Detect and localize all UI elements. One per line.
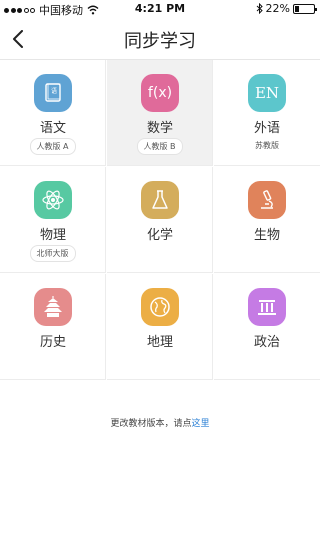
subject-label: 外语 xyxy=(253,121,280,136)
edition-badge: 人教版 A xyxy=(29,138,76,155)
subject-biology[interactable]: 生物 xyxy=(214,167,320,273)
subject-chinese[interactable]: 语 语文 人教版 A xyxy=(0,60,106,166)
subject-geography[interactable]: 地理 xyxy=(107,274,213,380)
pagoda-icon xyxy=(34,288,72,326)
en-glyph: EN xyxy=(254,84,280,102)
nav-bar: 同步学习 xyxy=(0,18,320,60)
svg-text:语: 语 xyxy=(51,87,57,95)
bluetooth-icon xyxy=(256,3,263,14)
fx-icon: f(x) xyxy=(141,74,179,112)
edition-badge: 苏教版 xyxy=(255,141,279,150)
edition-badge: 北师大版 xyxy=(29,245,76,262)
subject-english[interactable]: EN 外语 苏教版 xyxy=(214,60,320,166)
building-icon xyxy=(248,288,286,326)
subject-label: 生物 xyxy=(253,228,280,243)
battery-info: 22% xyxy=(256,2,317,15)
subject-label: 化学 xyxy=(146,228,173,243)
en-icon: EN xyxy=(248,74,286,112)
flask-icon xyxy=(141,181,179,219)
battery-percent: 22% xyxy=(265,2,290,15)
subject-label: 物理 xyxy=(39,228,66,243)
subject-politics[interactable]: 政治 xyxy=(214,274,320,380)
battery-icon xyxy=(293,3,317,14)
subject-physics[interactable]: 物理 北师大版 xyxy=(0,167,106,273)
battery-level xyxy=(295,5,299,12)
subject-label: 地理 xyxy=(146,335,173,350)
fx-glyph: f(x) xyxy=(147,85,173,101)
subject-label: 语文 xyxy=(39,121,66,136)
subject-label: 政治 xyxy=(253,335,280,350)
change-edition-link[interactable]: 这里 xyxy=(192,419,210,429)
edition-badge: 人教版 B xyxy=(136,138,183,155)
footer-text: 更改教材版本，请点 xyxy=(110,419,192,429)
atom-icon xyxy=(34,181,72,219)
status-bar: 中国移动 4:21 PM 22% xyxy=(0,0,320,18)
subject-history[interactable]: 历史 xyxy=(0,274,106,380)
subject-chemistry[interactable]: 化学 xyxy=(107,167,213,273)
microscope-icon xyxy=(248,181,286,219)
change-edition-note: 更改教材版本，请点这里 xyxy=(0,416,320,429)
book-icon: 语 xyxy=(34,74,72,112)
globe-icon xyxy=(141,288,179,326)
page-title: 同步学习 xyxy=(124,31,196,52)
subject-label: 历史 xyxy=(39,335,66,350)
subject-math[interactable]: f(x) 数学 人教版 B xyxy=(107,60,213,166)
subject-label: 数学 xyxy=(146,121,173,136)
